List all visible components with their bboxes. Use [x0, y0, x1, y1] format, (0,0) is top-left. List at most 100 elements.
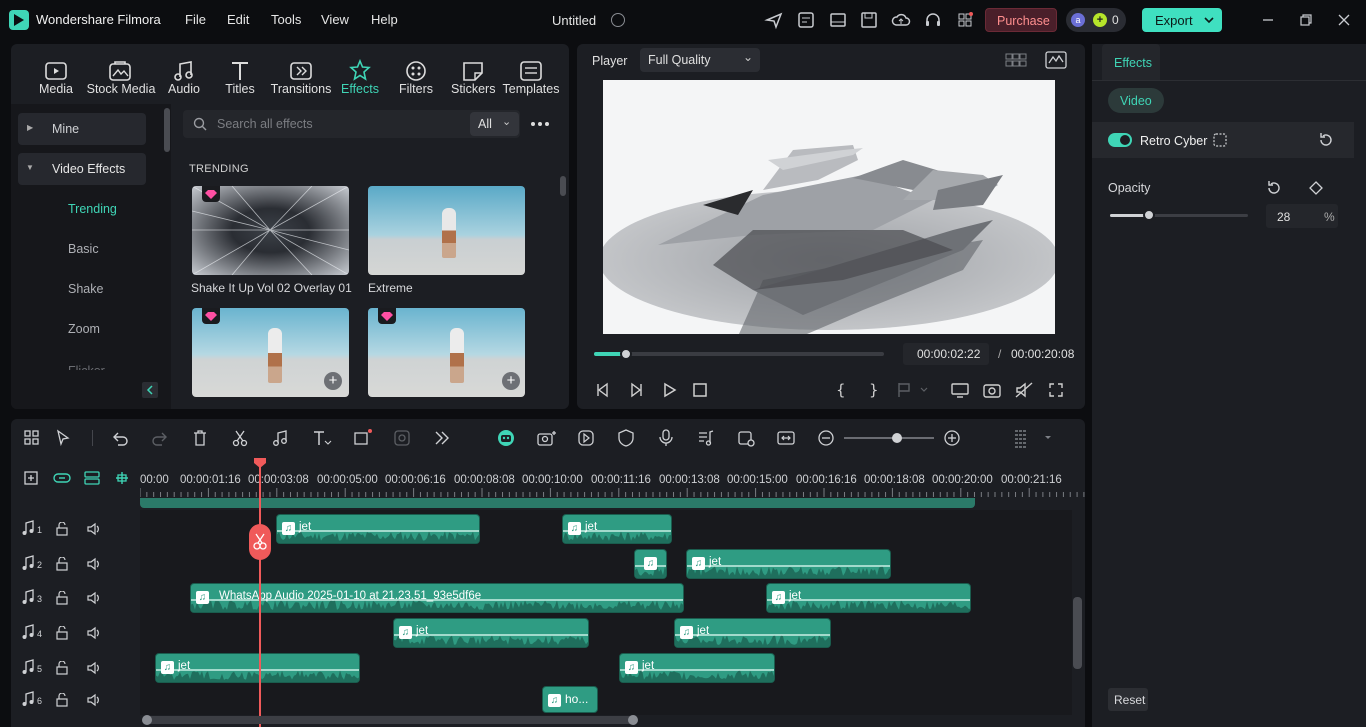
zoom-out-icon[interactable]: [816, 428, 836, 448]
tab-titles[interactable]: Titles: [220, 82, 260, 96]
sidebar-scrollbar[interactable]: [164, 108, 170, 152]
playhead-line[interactable]: [259, 466, 261, 727]
cloud-doc-icon[interactable]: [796, 10, 816, 30]
delete-icon[interactable]: [190, 428, 210, 448]
audio-clip[interactable]: ♫ jet: [562, 514, 672, 544]
lock-icon[interactable]: [55, 626, 69, 640]
volume-icon[interactable]: [86, 557, 102, 571]
previous-frame-icon[interactable]: [592, 379, 614, 401]
export-button[interactable]: Export: [1142, 8, 1222, 32]
more-tools-icon[interactable]: [432, 428, 452, 448]
crop-icon[interactable]: [352, 428, 372, 448]
chevron-down-icon[interactable]: [1202, 13, 1216, 27]
mute-audio-icon[interactable]: [1013, 379, 1035, 401]
audio-clip[interactable]: ♫ jet: [686, 549, 891, 579]
fit-width-icon[interactable]: [776, 428, 796, 448]
templates-icon[interactable]: [518, 58, 544, 84]
ai-tool-icon[interactable]: [392, 428, 412, 448]
menu-tools[interactable]: Tools: [271, 12, 301, 27]
effects-scrollbar[interactable]: [560, 176, 566, 196]
tab-media[interactable]: Media: [36, 82, 76, 96]
split-icon[interactable]: [230, 428, 250, 448]
audio-clip[interactable]: ♫: [634, 549, 667, 579]
zoom-slider-handle[interactable]: [892, 433, 902, 443]
filter-select[interactable]: All ⌄: [470, 112, 519, 136]
stickers-icon[interactable]: [460, 58, 486, 84]
undo-icon[interactable]: [110, 428, 130, 448]
microphone-icon[interactable]: [656, 428, 676, 448]
save-icon[interactable]: [859, 10, 879, 30]
effect-toggle[interactable]: [1108, 133, 1132, 147]
menu-help[interactable]: Help: [371, 12, 398, 27]
lock-icon[interactable]: [55, 661, 69, 675]
sidebar-item-basic[interactable]: Basic: [68, 242, 99, 256]
close-icon[interactable]: [1334, 10, 1354, 30]
collapse-sidebar-button[interactable]: [142, 382, 158, 398]
effect-thumb-extreme[interactable]: [368, 186, 525, 275]
video-track-strip[interactable]: [140, 498, 975, 508]
effects-icon[interactable]: [347, 58, 373, 84]
stock-media-icon[interactable]: [107, 58, 133, 84]
marker-icon[interactable]: [893, 379, 928, 401]
menu-file[interactable]: File: [185, 12, 206, 27]
snapshot-icon[interactable]: [981, 379, 1003, 401]
cloud-upload-icon[interactable]: [891, 10, 911, 30]
quality-select[interactable]: Full Quality ⌄: [640, 48, 760, 72]
volume-icon[interactable]: [86, 591, 102, 605]
camera-record-icon[interactable]: [536, 428, 556, 448]
next-frame-icon[interactable]: [625, 379, 647, 401]
progress-handle[interactable]: [619, 348, 632, 360]
track-menu-icon[interactable]: [1013, 428, 1051, 448]
add-track-icon[interactable]: [22, 469, 42, 487]
audio-clip[interactable]: ♫ jet: [619, 653, 775, 683]
effect-thumb-4[interactable]: +: [368, 308, 525, 397]
tab-stickers[interactable]: Stickers: [451, 82, 495, 96]
more-options-icon[interactable]: [529, 116, 551, 132]
reset-opacity-icon[interactable]: [1265, 179, 1283, 197]
search-input[interactable]: Search all effects All ⌄: [183, 110, 520, 138]
transitions-icon[interactable]: [288, 58, 314, 84]
track-layout-icon[interactable]: [82, 469, 102, 487]
titles-icon[interactable]: [227, 58, 253, 84]
opacity-slider[interactable]: [1110, 209, 1248, 221]
reset-effect-icon[interactable]: [1317, 131, 1335, 149]
stop-icon[interactable]: [689, 379, 711, 401]
timeline-vscrollbar[interactable]: [1073, 597, 1082, 669]
minimize-icon[interactable]: [1258, 10, 1278, 30]
audio-icon[interactable]: [171, 58, 197, 84]
play-circle-icon[interactable]: [576, 428, 596, 448]
layout-grid-icon[interactable]: [22, 428, 42, 448]
mark-out-icon[interactable]: }: [862, 379, 884, 401]
credits-badge[interactable]: a + 0: [1066, 8, 1126, 32]
filters-icon[interactable]: [403, 58, 429, 84]
layout-icon[interactable]: [828, 10, 848, 30]
playback-progress[interactable]: [594, 348, 884, 360]
audio-clip[interactable]: ♫ jet: [155, 653, 360, 683]
timeline-hscrollbar[interactable]: [142, 715, 638, 725]
link-icon[interactable]: [52, 469, 72, 487]
playhead-handle[interactable]: [253, 457, 267, 469]
inspector-tab-effects[interactable]: Effects: [1102, 44, 1160, 80]
add-icon[interactable]: +: [502, 372, 520, 390]
volume-icon[interactable]: [86, 626, 102, 640]
display-icon[interactable]: [949, 379, 971, 401]
tab-filters[interactable]: Filters: [396, 82, 436, 96]
play-icon[interactable]: [658, 379, 680, 401]
media-icon[interactable]: [43, 58, 69, 84]
split-scissors-icon[interactable]: [249, 524, 271, 560]
tab-templates[interactable]: Templates: [502, 82, 560, 96]
sidebar-item-flicker[interactable]: Flicker: [68, 362, 105, 370]
volume-icon[interactable]: [86, 522, 102, 536]
sidebar-item-shake[interactable]: Shake: [68, 282, 103, 296]
sidebar-item-video-effects[interactable]: ▼ Video Effects: [18, 153, 146, 185]
waveform-monitor-icon[interactable]: [1045, 51, 1067, 69]
text-tool-icon[interactable]: [311, 428, 332, 448]
effect-settings-icon[interactable]: [1212, 132, 1228, 148]
music-list-icon[interactable]: [696, 428, 716, 448]
reset-button[interactable]: Reset: [1108, 688, 1148, 711]
effect-thumb-3[interactable]: +: [192, 308, 349, 397]
tab-audio[interactable]: Audio: [164, 82, 204, 96]
fullscreen-icon[interactable]: [1045, 379, 1067, 401]
subtab-video[interactable]: Video: [1108, 88, 1164, 113]
opacity-input[interactable]: 28 %: [1266, 204, 1338, 228]
